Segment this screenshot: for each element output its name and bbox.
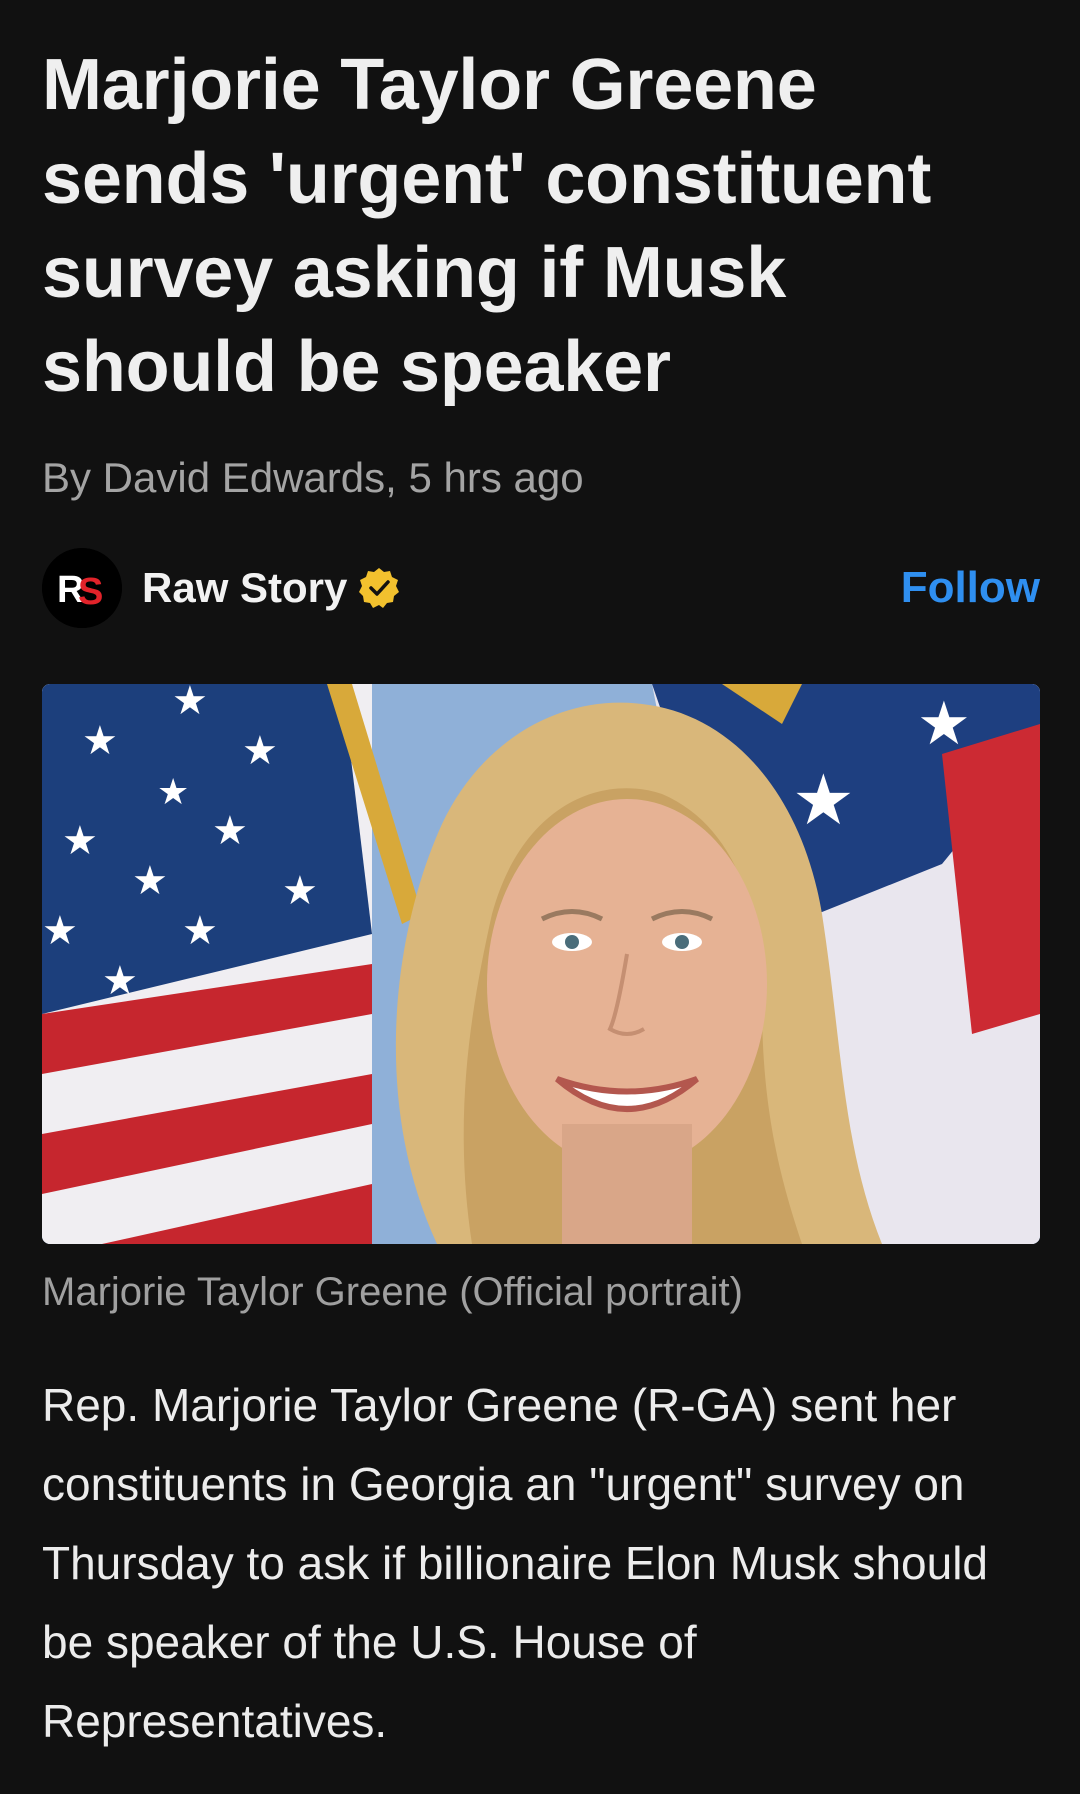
photo-caption: Marjorie Taylor Greene (Official portrai… [42, 1270, 743, 1314]
raw-story-logo-icon: R S [42, 548, 122, 628]
svg-text:★: ★ [792, 761, 855, 839]
svg-text:★: ★ [182, 909, 218, 953]
svg-text:★: ★ [282, 869, 318, 913]
source-row: R S Raw Story Follow [42, 548, 1040, 628]
article-headline: Marjorie Taylor Greene sends 'urgent' co… [42, 45, 932, 407]
svg-text:★: ★ [82, 719, 118, 763]
svg-text:★: ★ [212, 809, 248, 853]
source-info[interactable]: R S Raw Story [42, 548, 401, 628]
svg-text:★: ★ [102, 959, 138, 1003]
source-name[interactable]: Raw Story [142, 564, 347, 612]
svg-text:★: ★ [132, 859, 168, 903]
svg-text:★: ★ [62, 819, 98, 863]
svg-text:★: ★ [242, 729, 278, 773]
svg-text:★: ★ [157, 771, 189, 812]
logo-letter-s: S [78, 571, 103, 613]
svg-text:★: ★ [917, 690, 971, 757]
verified-badge-icon [357, 566, 401, 610]
follow-button[interactable]: Follow [901, 563, 1040, 613]
article-body: Rep. Marjorie Taylor Greene (R-GA) sent … [42, 1379, 989, 1747]
svg-text:★: ★ [172, 684, 208, 723]
svg-text:★: ★ [42, 909, 78, 953]
raw-story-logo[interactable]: R S [42, 548, 122, 628]
article-byline: By David Edwards, 5 hrs ago [42, 454, 584, 501]
article-photo[interactable]: ★ ★ ★ ★ ★ ★ ★ ★ ★ ★ ★ ★ ★ [42, 684, 1040, 1244]
article-page: Marjorie Taylor Greene sends 'urgent' co… [42, 0, 1040, 1761]
